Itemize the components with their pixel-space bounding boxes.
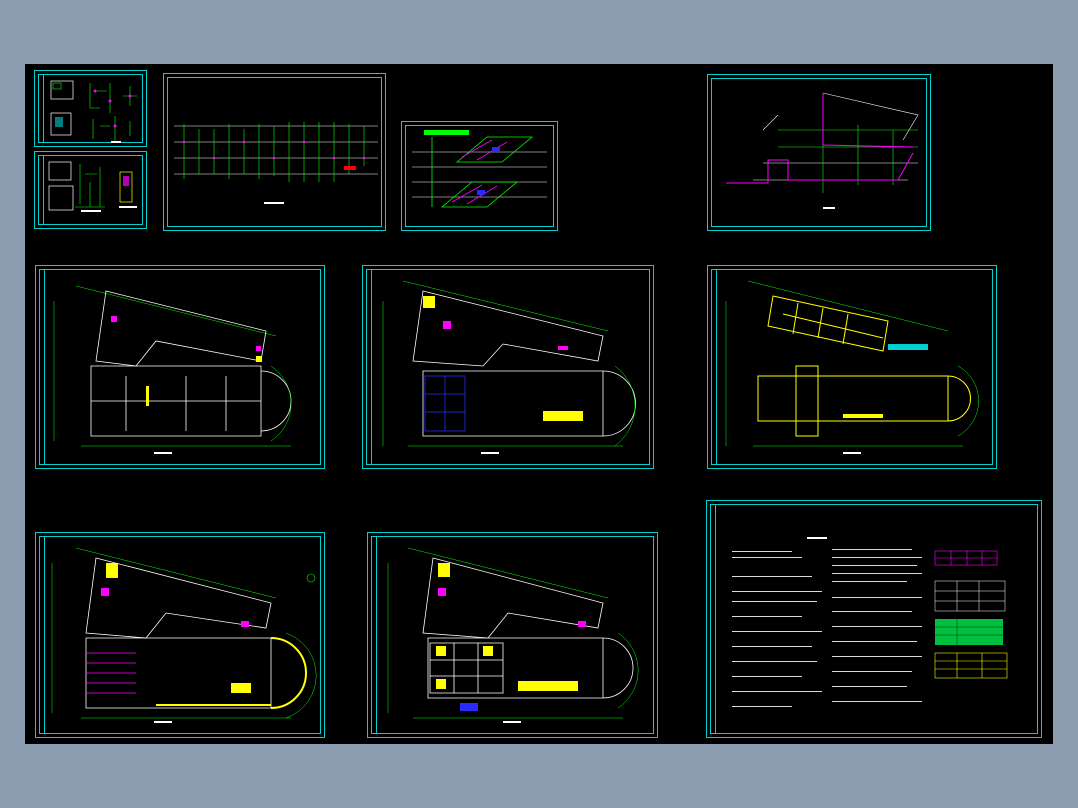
system-drawing bbox=[726, 92, 919, 209]
detail-drawing bbox=[48, 161, 137, 212]
sheet-detail-b[interactable] bbox=[34, 151, 147, 229]
sheet-system-diagram[interactable] bbox=[707, 74, 931, 231]
sheet-isometric[interactable] bbox=[401, 121, 558, 231]
sheet-plan-4[interactable] bbox=[35, 532, 325, 738]
sheet-riser-diagram[interactable] bbox=[163, 73, 386, 231]
sheet-detail-a[interactable] bbox=[34, 70, 147, 147]
notes-drawing bbox=[732, 537, 1008, 707]
sheet-notes[interactable] bbox=[706, 500, 1042, 738]
floor-plan-drawing bbox=[53, 285, 292, 454]
floor-plan-drawing bbox=[387, 547, 639, 723]
detail-drawing bbox=[50, 80, 137, 143]
floor-plan-drawing bbox=[382, 280, 636, 454]
isometric-drawing bbox=[412, 130, 547, 208]
floor-plan-drawing bbox=[51, 547, 317, 723]
sheet-plan-5[interactable] bbox=[367, 532, 658, 738]
sheet-plan-2[interactable] bbox=[362, 265, 654, 469]
sheet-plan-1[interactable] bbox=[35, 265, 325, 469]
floor-plan-drawing bbox=[725, 280, 979, 454]
drawing-canvas[interactable] bbox=[25, 64, 1053, 744]
riser-drawing bbox=[174, 122, 378, 204]
sheet-plan-3[interactable] bbox=[707, 265, 997, 469]
